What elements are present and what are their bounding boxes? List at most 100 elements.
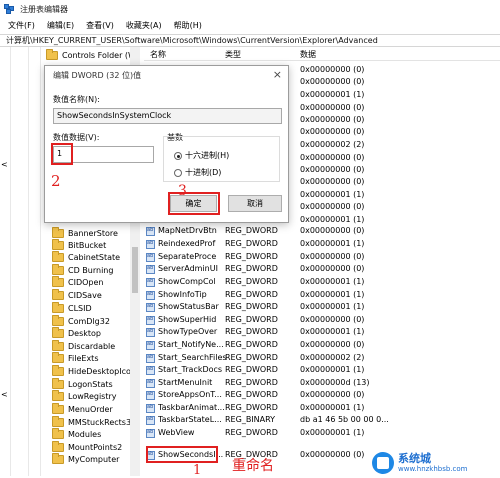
- tree-item[interactable]: FileExts: [52, 352, 98, 365]
- radio-dec[interactable]: 十进制(D): [174, 167, 221, 178]
- folder-icon: [52, 264, 64, 275]
- list-item[interactable]: ReindexedProf REG_DWORD 0x00000001 (1): [144, 238, 500, 251]
- tree-scroll-thumb[interactable]: [132, 247, 138, 293]
- tree-item[interactable]: CIDSave: [52, 289, 102, 302]
- list-item[interactable]: MapNetDrvBtn REG_DWORD 0x00000000 (0): [144, 225, 500, 238]
- column-data-header[interactable]: 数据: [300, 49, 316, 60]
- folder-icon: [52, 276, 64, 287]
- value-data: 0x00000000 (0): [300, 264, 365, 273]
- value-data-label: 数值数据(V):: [53, 133, 100, 142]
- reg-value-icon: [146, 391, 155, 400]
- reg-value-icon: [146, 303, 155, 312]
- reg-value-icon: [146, 354, 155, 363]
- value-data: 0x00000001 (1): [300, 428, 365, 437]
- list-item[interactable]: TaskbarStateL...REG_BINARY db a1 46 5b 00…: [144, 414, 500, 427]
- tree-item[interactable]: Modules: [52, 428, 101, 441]
- value-name: Start_SearchFiles: [158, 353, 227, 362]
- reg-value-icon: [146, 240, 155, 249]
- value-data: 0x00000002 (2): [300, 140, 365, 149]
- value-data: 0x00000000 (0): [300, 165, 365, 174]
- registry-app-icon: [4, 3, 15, 15]
- value-data: 0x00000000 (0): [300, 202, 365, 211]
- folder-icon: [52, 365, 64, 376]
- cancel-button[interactable]: 取消: [228, 195, 282, 212]
- folder-icon: [52, 251, 64, 262]
- radio-hex-label: 十六进制(H): [185, 151, 230, 160]
- value-type: REG_DWORD: [225, 353, 278, 362]
- value-name-label: 数值名称(N):: [53, 95, 100, 104]
- edge-mark: <: [1, 390, 8, 399]
- list-item[interactable]: WebView REG_DWORD 0x00000001 (1): [144, 427, 500, 440]
- tree-item[interactable]: HideDesktopIco: [52, 365, 131, 378]
- value-data: 0x00000002 (2): [300, 353, 365, 362]
- menu-edit[interactable]: 编辑(E): [47, 20, 74, 31]
- reg-value-icon: [146, 416, 155, 425]
- value-name-field[interactable]: ShowSecondsInSystemClock: [53, 108, 282, 124]
- radio-hex-indicator[interactable]: [174, 151, 182, 160]
- reg-value-icon: [146, 341, 155, 350]
- list-item[interactable]: ShowTypeOver REG_DWORD 0x00000001 (1): [144, 326, 500, 339]
- menu-favorites[interactable]: 收藏夹(A): [126, 20, 162, 31]
- tree-item[interactable]: CLSID: [52, 302, 92, 315]
- folder-icon: [46, 49, 58, 60]
- folder-icon: [52, 416, 64, 427]
- tree-item[interactable]: Desktop: [52, 327, 101, 340]
- list-item[interactable]: Start_TrackDocsREG_DWORD 0x00000001 (1): [144, 364, 500, 377]
- list-item[interactable]: ShowStatusBar REG_DWORD 0x00000001 (1): [144, 301, 500, 314]
- folder-icon: [52, 239, 64, 250]
- list-header: 名称 类型 数据: [144, 47, 500, 61]
- menu-help[interactable]: 帮助(H): [174, 20, 202, 31]
- value-data: 0x00000000 (0): [300, 127, 365, 136]
- tree-item[interactable]: LowRegistry: [52, 390, 117, 403]
- reg-value-icon: [146, 265, 155, 274]
- watermark: 系统城 www.hnzkhbsb.com: [372, 450, 500, 476]
- folder-icon: [52, 340, 64, 351]
- tree-item-label: MyComputer: [68, 455, 120, 464]
- radio-dec-indicator[interactable]: [174, 168, 182, 177]
- value-data: 0x00000000 (0): [300, 340, 365, 349]
- tree-item-label: BitBucket: [68, 241, 107, 250]
- value-data: 0x00000001 (1): [300, 403, 365, 412]
- value-data: 0x00000000 (0): [300, 115, 365, 124]
- tree-item-label: CD Burning: [68, 266, 114, 275]
- value-type: REG_DWORD: [225, 403, 278, 412]
- reg-value-icon: [146, 429, 155, 438]
- value-name: StartMenuInit: [158, 378, 213, 387]
- tree-item[interactable]: CIDOpen: [52, 276, 103, 289]
- title-bar: 注册表编辑器: [0, 0, 500, 18]
- value-name: MapNetDrvBtn: [158, 226, 217, 235]
- value-name: ShowCompCol: [158, 277, 216, 286]
- list-item[interactable]: StoreAppsOnT...REG_DWORD 0x00000000 (0): [144, 389, 500, 402]
- tree-item[interactable]: MenuOrder: [52, 403, 113, 416]
- value-data: 0x00000001 (1): [300, 90, 365, 99]
- value-data: 0x00000001 (1): [300, 239, 365, 248]
- value-data: 0x00000000 (0): [300, 450, 365, 459]
- tree-item-label: Desktop: [68, 329, 101, 338]
- address-bar[interactable]: 计算机\HKEY_CURRENT_USER\Software\Microsoft…: [0, 34, 500, 47]
- list-item[interactable]: Start_NotifyNe...REG_DWORD 0x00000000 (0): [144, 339, 500, 352]
- menu-bar: 文件(F) 编辑(E) 查看(V) 收藏夹(A) 帮助(H): [0, 18, 500, 33]
- folder-icon: [52, 227, 64, 238]
- value-name: Start_TrackDocs: [158, 365, 223, 374]
- value-data: 0x00000000 (0): [300, 77, 365, 86]
- column-name-header[interactable]: 名称: [150, 49, 166, 60]
- folder-icon: [52, 428, 64, 439]
- folder-icon: [52, 315, 64, 326]
- reg-value-icon: [146, 316, 155, 325]
- tree-item-label: Discardable: [68, 342, 116, 351]
- radio-hex[interactable]: 十六进制(H): [174, 150, 229, 161]
- list-item[interactable]: ShowCompCol REG_DWORD 0x00000001 (1): [144, 276, 500, 289]
- tree-item[interactable]: MyComputer: [52, 453, 119, 466]
- folder-icon: [52, 403, 64, 414]
- list-item[interactable]: ServerAdminUI REG_DWORD 0x00000000 (0): [144, 263, 500, 276]
- value-name: StoreAppsOnT...: [158, 390, 222, 399]
- menu-file[interactable]: 文件(F): [8, 20, 35, 31]
- close-icon[interactable]: ×: [273, 68, 282, 81]
- folder-icon: [52, 302, 64, 313]
- tree-item[interactable]: CabinetState: [52, 251, 120, 264]
- tree-item-controls-folder[interactable]: Controls Folder (W: [46, 49, 136, 62]
- watermark-title: 系统城: [398, 452, 431, 465]
- column-type-header[interactable]: 类型: [225, 49, 241, 60]
- menu-view[interactable]: 查看(V): [86, 20, 114, 31]
- tree-item-label: BannerStore: [68, 229, 118, 238]
